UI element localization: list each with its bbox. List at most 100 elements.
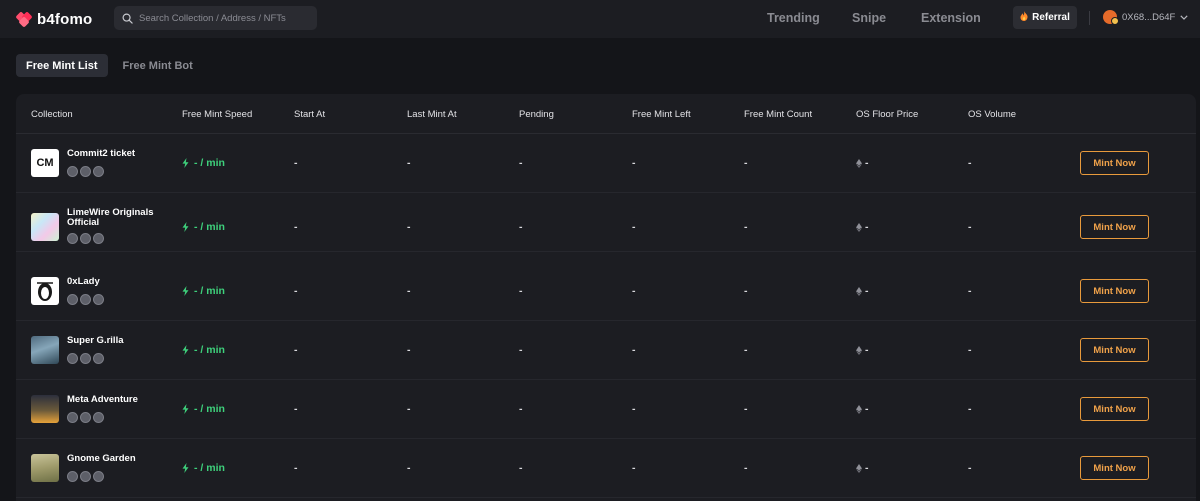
collection-thumbnail (31, 454, 59, 482)
verified-badge-icon (67, 294, 78, 305)
nav-trending[interactable]: Trending (767, 11, 820, 25)
pending-value: - (519, 157, 523, 169)
pending-value: - (519, 221, 523, 233)
collection-name[interactable]: Super G.rilla (67, 336, 162, 346)
ethereum-icon (856, 158, 862, 168)
badge-group (67, 166, 106, 177)
floor-price-value: - (865, 221, 869, 233)
table-row[interactable]: CM Commit2 ticket - / min - - - - - - - … (16, 134, 1196, 193)
referral-button[interactable]: Referral (1013, 6, 1077, 29)
verified-badge-icon (80, 412, 91, 423)
verified-badge-icon (80, 294, 91, 305)
mint-now-button[interactable]: Mint Now (1080, 338, 1149, 362)
table-row[interactable]: 0xLady - / min - - - - - - - Mint Now (16, 262, 1196, 321)
collection-thumbnail: CM (31, 149, 59, 177)
tab-free-mint-bot[interactable]: Free Mint Bot (113, 54, 203, 77)
verified-badge-icon (93, 353, 104, 364)
free-mint-count-value: - (744, 285, 748, 297)
collection-name[interactable]: Meta Adventure (67, 395, 162, 405)
app-name: b4fomo (37, 10, 93, 28)
free-mint-speed: - / min (182, 157, 225, 169)
speed-value: - / min (194, 157, 225, 169)
os-volume-value: - (968, 403, 972, 415)
fox-avatar-icon (1103, 10, 1119, 25)
start-at-value: - (294, 157, 298, 169)
mint-now-button[interactable]: Mint Now (1080, 215, 1149, 239)
lightning-icon (182, 463, 189, 473)
os-volume-value: - (968, 344, 972, 356)
mint-now-button[interactable]: Mint Now (1080, 456, 1149, 480)
lightning-icon (182, 286, 189, 296)
badge-group (67, 353, 106, 364)
free-mint-table: Collection Free Mint Speed Start At Last… (16, 94, 1196, 501)
verified-badge-icon (67, 353, 78, 364)
free-mint-left-value: - (632, 403, 636, 415)
start-at-value: - (294, 462, 298, 474)
mint-now-button[interactable]: Mint Now (1080, 151, 1149, 175)
speed-value: - / min (194, 285, 225, 297)
verified-badge-icon (93, 294, 104, 305)
verified-badge-icon (93, 233, 104, 244)
verified-badge-icon (93, 166, 104, 177)
referral-label: Referral (1032, 12, 1070, 23)
mint-now-button[interactable]: Mint Now (1080, 279, 1149, 303)
collection-name[interactable]: LimeWire Originals Official (67, 208, 162, 228)
speed-value: - / min (194, 221, 225, 233)
free-mint-speed: - / min (182, 344, 225, 356)
pending-value: - (519, 403, 523, 415)
header-pending: Pending (519, 109, 554, 120)
free-mint-speed: - / min (182, 221, 225, 233)
table-row[interactable]: LimeWire Originals Official - / min - - … (16, 193, 1196, 252)
pending-value: - (519, 462, 523, 474)
verified-badge-icon (80, 166, 91, 177)
start-at-value: - (294, 344, 298, 356)
collection-name[interactable]: 0xLady (67, 277, 162, 287)
os-volume-value: - (968, 285, 972, 297)
last-mint-at-value: - (407, 462, 411, 474)
header-free-mint-count: Free Mint Count (744, 109, 813, 120)
verified-badge-icon (93, 471, 104, 482)
free-mint-left-value: - (632, 344, 636, 356)
lightning-icon (182, 158, 189, 168)
last-mint-at-value: - (407, 157, 411, 169)
nav-snipe[interactable]: Snipe (852, 11, 886, 25)
os-floor-price: - (856, 403, 869, 415)
last-mint-at-value: - (407, 344, 411, 356)
table-row[interactable]: Meta Adventure - / min - - - - - - - Min… (16, 380, 1196, 439)
header-os-volume: OS Volume (968, 109, 1017, 120)
collection-thumbnail (31, 395, 59, 423)
verified-badge-icon (80, 353, 91, 364)
ethereum-icon (856, 345, 862, 355)
tab-free-mint-list[interactable]: Free Mint List (16, 54, 108, 77)
pending-value: - (519, 344, 523, 356)
header-os-floor-price: OS Floor Price (856, 109, 919, 120)
chevron-down-icon (1180, 12, 1188, 23)
ethereum-icon (856, 404, 862, 414)
mint-tabs: Free Mint List Free Mint Bot (16, 54, 203, 77)
collection-thumbnail (31, 213, 59, 241)
table-row[interactable]: Super G.rilla - / min - - - - - - - Mint… (16, 321, 1196, 380)
search-bar[interactable] (114, 6, 317, 30)
table-row[interactable]: Gnome Garden - / min - - - - - - - Mint … (16, 439, 1196, 498)
header-free-mint-left: Free Mint Left (632, 109, 691, 120)
b4fomo-logo-icon (16, 10, 34, 28)
wallet-menu[interactable]: 0X68...D64F (1103, 10, 1188, 25)
verified-badge-icon (67, 471, 78, 482)
header-start-at: Start At (294, 109, 326, 120)
collection-name[interactable]: Commit2 ticket (67, 149, 162, 159)
wallet-address: 0X68...D64F (1122, 11, 1176, 23)
free-mint-count-value: - (744, 403, 748, 415)
os-floor-price: - (856, 462, 869, 474)
nav-extension[interactable]: Extension (921, 11, 981, 25)
start-at-value: - (294, 221, 298, 233)
collection-name[interactable]: Gnome Garden (67, 454, 162, 464)
os-volume-value: - (968, 462, 972, 474)
free-mint-count-value: - (744, 157, 748, 169)
search-input[interactable] (139, 12, 309, 24)
free-mint-left-value: - (632, 157, 636, 169)
mint-now-button[interactable]: Mint Now (1080, 397, 1149, 421)
search-icon (122, 13, 133, 24)
os-volume-value: - (968, 157, 972, 169)
app-logo[interactable]: b4fomo (16, 9, 92, 29)
floor-price-value: - (865, 285, 869, 297)
